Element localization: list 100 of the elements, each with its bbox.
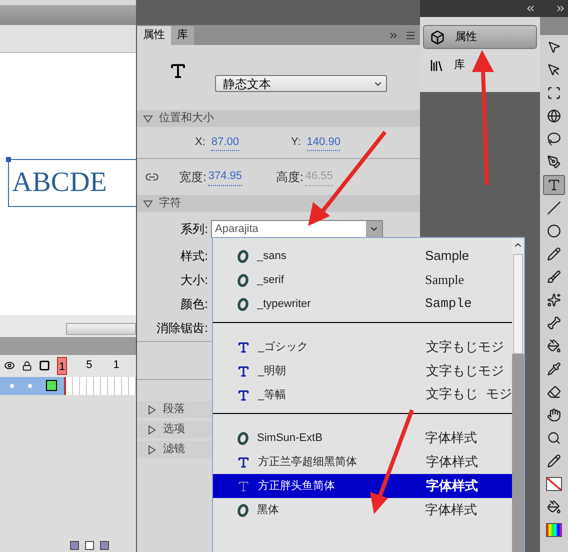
font-family-field[interactable]: Aparajita <box>211 220 383 238</box>
section-header[interactable]: 位置和大小 <box>137 110 420 127</box>
truetype-font-icon <box>237 340 250 354</box>
font-option[interactable]: _typewriter Sample <box>213 292 512 316</box>
font-option[interactable]: _sans Sample <box>213 244 512 268</box>
deco-icon <box>547 293 561 307</box>
field-label: X: <box>195 134 206 150</box>
stroke-icon <box>547 454 561 468</box>
font-option[interactable]: SimSun-ExtB 字体样式 <box>213 426 512 450</box>
rotate3d-icon <box>547 109 561 123</box>
field-label: 大小: <box>180 272 208 289</box>
opentype-font-icon <box>237 298 249 310</box>
stroke-color-swatch[interactable] <box>543 474 565 494</box>
zoom-icon <box>547 431 561 445</box>
lock-icon[interactable] <box>22 360 32 370</box>
panel-tab[interactable]: 属性 <box>137 26 171 45</box>
font-sample: 字体样式 <box>426 453 478 472</box>
font-option[interactable]: _serif Sample <box>213 268 512 292</box>
opentype-font-icon <box>237 274 249 286</box>
frame-number: 5 <box>86 358 92 374</box>
font-option[interactable]: 方正兰亭超细黑简体 字体样式 <box>213 450 512 474</box>
resize-handle[interactable] <box>6 157 11 162</box>
stage-text: ABCDE <box>12 169 107 197</box>
truetype-font-icon <box>237 364 250 378</box>
field-value[interactable]: 87.00 <box>211 134 239 152</box>
expand-icon[interactable] <box>555 3 566 14</box>
field-label: 消除锯齿: <box>156 320 208 337</box>
opentype-font-icon <box>237 432 249 444</box>
font-sample: 字体样式 <box>425 429 477 448</box>
frame-number: 1 <box>57 356 68 374</box>
eyedropper-icon <box>547 362 561 376</box>
text-type-dropdown[interactable]: 静态文本 <box>215 75 387 92</box>
collapsed-triangle-icon[interactable] <box>147 404 157 414</box>
font-option[interactable]: 黑体 字体样式 <box>213 498 512 522</box>
cube-icon <box>430 30 445 44</box>
section-title: 段落 <box>163 402 185 418</box>
oval-icon <box>547 224 561 238</box>
opentype-font-icon <box>237 250 249 262</box>
line-icon <box>547 201 561 215</box>
section-title: 字符 <box>159 196 181 212</box>
bucket-icon <box>547 339 561 353</box>
font-sample: Sample <box>425 247 470 266</box>
transform-icon <box>547 86 561 100</box>
onion-skin-outline-icon[interactable] <box>85 541 94 550</box>
bone-icon <box>547 316 561 330</box>
font-option[interactable]: _等幅 文字もじ モジ <box>213 383 512 407</box>
selection-icon <box>547 40 561 54</box>
dock-item[interactable]: 库 <box>423 53 537 77</box>
font-sample: 文字もじモジ <box>426 362 504 380</box>
font-sample: Sample <box>425 295 472 314</box>
scrollbar-thumb[interactable] <box>513 254 523 354</box>
dropdown-button[interactable] <box>366 221 382 237</box>
field-label: Y: <box>291 134 301 150</box>
font-sample: Sample <box>425 271 464 290</box>
section-title: 选项 <box>163 422 185 438</box>
toolbar-grip <box>540 17 568 35</box>
field-label: 样式: <box>180 248 208 265</box>
menu-icon[interactable] <box>405 30 416 41</box>
field-label: 系列: <box>180 221 209 238</box>
collapse-icon[interactable] <box>388 30 399 41</box>
collapsed-triangle-icon[interactable] <box>147 444 157 454</box>
collapsed-triangle-icon[interactable] <box>147 424 157 434</box>
frame-number: 1 <box>113 358 120 374</box>
pen-icon <box>547 155 561 169</box>
expanded-triangle-icon[interactable] <box>143 198 153 208</box>
layer-color-swatch[interactable] <box>46 380 57 391</box>
font-option[interactable]: _ゴシック 文字もじモジ <box>213 335 512 359</box>
books-icon <box>429 58 444 72</box>
field-value[interactable]: 374.95 <box>208 168 242 186</box>
eye-icon[interactable] <box>4 360 15 371</box>
section-header[interactable]: 字符 <box>137 195 420 212</box>
expanded-triangle-icon[interactable] <box>143 114 153 124</box>
section-title: 滤镜 <box>163 442 185 458</box>
truetype-font-icon <box>237 388 250 402</box>
hand-icon <box>547 408 561 422</box>
section-title: 位置和大小 <box>159 111 214 126</box>
lasso-icon <box>547 132 561 146</box>
font-option[interactable]: _明朝 文字もじモジ <box>213 359 512 383</box>
frame-strip <box>64 376 136 394</box>
field-value[interactable]: 140.90 <box>306 134 340 152</box>
dock-item[interactable]: 属性 <box>423 25 537 49</box>
fill-color-swatch[interactable] <box>543 520 565 540</box>
font-sample: 字体样式 <box>425 501 477 520</box>
truetype-font-icon <box>237 456 250 468</box>
brush-icon <box>547 270 561 284</box>
panel-tab[interactable]: 库 <box>171 26 194 45</box>
eraser-icon <box>547 385 561 399</box>
fill-icon <box>547 500 561 514</box>
collapse-left-icon[interactable] <box>525 3 536 14</box>
outline-icon[interactable] <box>39 360 50 371</box>
font-option[interactable]: 方正胖头鱼简体 字体样式 <box>213 474 512 498</box>
layer-row[interactable] <box>0 376 64 394</box>
text-tool-button[interactable] <box>543 175 565 195</box>
vertical-scrollbar[interactable] <box>512 238 524 552</box>
subselection-icon <box>547 63 561 77</box>
text-icon <box>547 178 561 192</box>
opentype-font-icon <box>237 504 249 516</box>
horizontal-scrollbar[interactable] <box>66 322 136 334</box>
font-sample: 字体样式 <box>426 477 478 496</box>
pencil-icon <box>547 247 561 261</box>
